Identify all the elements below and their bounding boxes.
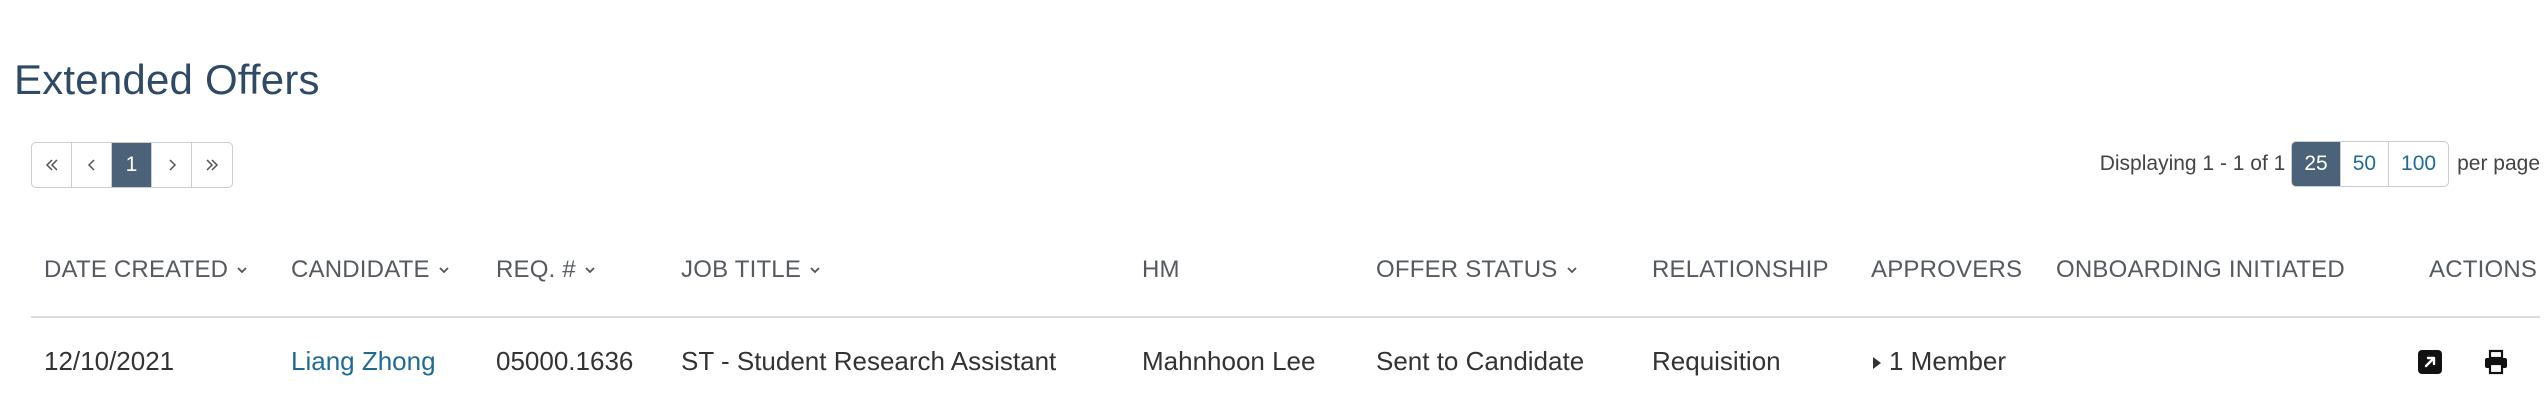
header-offer-status[interactable]: OFFER STATUS <box>1376 256 1578 284</box>
triangle-right-icon <box>1873 357 1881 370</box>
header-req-number[interactable]: REQ. # <box>496 256 596 284</box>
per-page-label: per page <box>2457 152 2540 175</box>
caret-down-icon <box>810 267 820 274</box>
first-page-button[interactable] <box>32 143 72 187</box>
page-size-100[interactable]: 100 <box>2389 142 2448 186</box>
header-job-title[interactable]: JOB TITLE <box>681 256 821 284</box>
candidate-link[interactable]: Liang Zhong <box>291 346 436 377</box>
header-hm: HM <box>1142 256 1180 283</box>
header-approvers: APPROVERS <box>1871 256 2023 283</box>
cell-date-created: 12/10/2021 <box>44 346 175 376</box>
caret-down-icon <box>439 267 449 274</box>
page-size-group: 25 50 100 <box>2291 141 2450 187</box>
header-onboarding-initiated: ONBOARDING INITIATED <box>2056 256 2345 283</box>
printer-icon[interactable] <box>2482 348 2510 376</box>
table-row: 12/10/2021 Liang Zhong 05000.1636 ST - S… <box>31 318 2540 410</box>
page-title: Extended Offers <box>14 56 320 104</box>
prev-page-button[interactable] <box>72 143 112 187</box>
header-actions: ACTIONS <box>2429 256 2538 283</box>
double-chevron-right-icon <box>206 159 219 171</box>
displaying-count: Displaying 1 - 1 of 1 <box>2099 152 2286 175</box>
pagination: 1 <box>31 142 233 188</box>
last-page-button[interactable] <box>192 143 232 187</box>
caret-down-icon <box>1566 267 1577 274</box>
cell-job-title: ST - Student Research Assistant <box>681 346 1057 376</box>
next-page-button[interactable] <box>152 143 192 187</box>
page-size-50[interactable]: 50 <box>2341 142 2390 186</box>
header-relationship: RELATIONSHIP <box>1652 256 1829 283</box>
header-candidate[interactable]: CANDIDATE <box>291 256 450 284</box>
caret-down-icon <box>237 267 247 274</box>
page-1-button[interactable]: 1 <box>112 143 152 187</box>
header-date-created[interactable]: DATE CREATED <box>44 256 248 284</box>
external-link-icon[interactable] <box>2416 348 2444 376</box>
cell-hm: Mahnhoon Lee <box>1142 346 1316 376</box>
per-page-control: Displaying 1 - 1 of 1 25 50 100 per page <box>2099 141 2540 187</box>
approvers-toggle[interactable]: 1 Member <box>1871 346 2006 377</box>
cell-offer-status: Sent to Candidate <box>1376 346 1585 376</box>
chevron-left-icon <box>87 159 95 171</box>
table-header: DATE CREATED CANDIDATE REQ. # JOB TITLE … <box>31 238 2540 318</box>
offers-table: DATE CREATED CANDIDATE REQ. # JOB TITLE … <box>31 238 2540 410</box>
chevron-right-icon <box>168 159 176 171</box>
cell-relationship: Requisition <box>1652 346 1781 376</box>
page-size-25[interactable]: 25 <box>2292 142 2341 186</box>
double-chevron-left-icon <box>45 159 58 171</box>
caret-down-icon <box>585 267 595 274</box>
cell-req-number: 05000.1636 <box>496 346 634 376</box>
